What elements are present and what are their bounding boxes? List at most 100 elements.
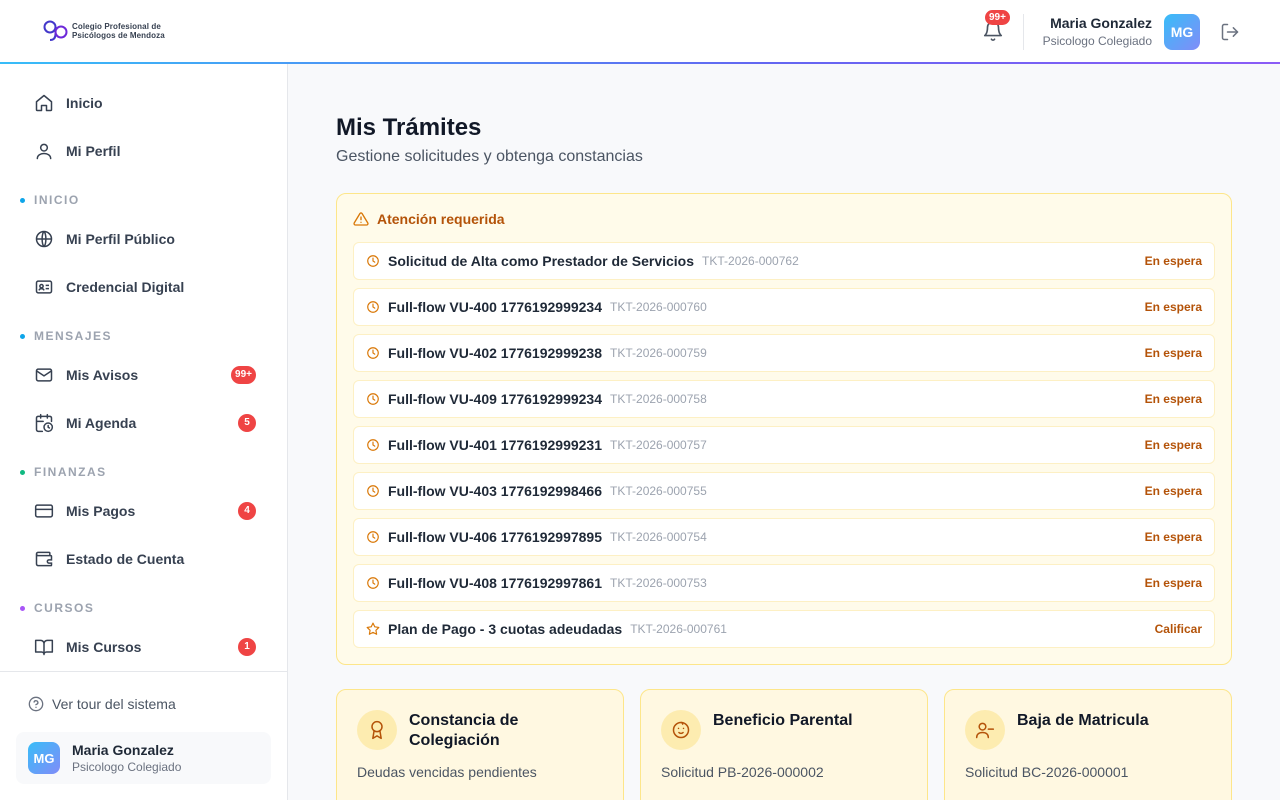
sidebar-item-mi-agenda[interactable]: Mi Agenda 5 bbox=[16, 403, 272, 443]
section-title: FINANZAS bbox=[34, 465, 107, 479]
card-description: Solicitud BC-2026-000001 bbox=[965, 764, 1129, 780]
ticket-row[interactable]: Plan de Pago - 3 cuotas adeudadas TKT-202… bbox=[353, 610, 1215, 648]
sidebar-item-credencial[interactable]: Credencial Digital bbox=[16, 267, 272, 307]
sidebar-item-mi-perfil[interactable]: Mi Perfil bbox=[16, 131, 272, 171]
sidebar-item-perfil-publico[interactable]: Mi Perfil Público bbox=[16, 219, 272, 259]
card-title: Constancia de Colegiación bbox=[409, 712, 519, 749]
sidebar-section-mensajes: MENSAJES bbox=[20, 329, 112, 343]
tour-label: Ver tour del sistema bbox=[52, 696, 176, 712]
ticket-code: TKT-2026-000759 bbox=[610, 346, 707, 360]
ticket-row[interactable]: Full-flow VU-400 1776192999234 TKT-2026-0… bbox=[353, 288, 1215, 326]
attention-title: Atención requerida bbox=[377, 211, 505, 227]
user-icon bbox=[34, 141, 54, 161]
section-dot bbox=[20, 333, 25, 339]
sidebar-section-finanzas: FINANZAS bbox=[20, 465, 107, 479]
ticket-title: Full-flow VU-408 1776192997861 bbox=[388, 575, 603, 591]
wallet-icon bbox=[34, 549, 54, 569]
ticket-code: TKT-2026-000753 bbox=[610, 576, 707, 590]
sidebar-item-label: Inicio bbox=[66, 95, 103, 111]
ticket-status[interactable]: En espera bbox=[1145, 530, 1202, 544]
credit-card-icon bbox=[34, 501, 54, 521]
sidebar-section-cursos: CURSOS bbox=[20, 601, 94, 615]
ticket-status[interactable]: En espera bbox=[1145, 484, 1202, 498]
page-title: Mis Trámites bbox=[336, 114, 482, 141]
ticket-row[interactable]: Full-flow VU-401 1776192999231 TKT-2026-0… bbox=[353, 426, 1215, 464]
ticket-title: Full-flow VU-409 1776192999234 bbox=[388, 391, 603, 407]
sidebar-item-label: Mis Avisos bbox=[66, 367, 139, 383]
card-description: Deudas vencidas pendientes bbox=[357, 764, 537, 780]
ticket-status[interactable]: En espera bbox=[1145, 438, 1202, 452]
top-header: Colegio Profesional de Psicólogos de Men… bbox=[0, 0, 1280, 62]
ticket-status[interactable]: En espera bbox=[1145, 300, 1202, 314]
sidebar-item-mis-pagos[interactable]: Mis Pagos 4 bbox=[16, 491, 272, 531]
ticket-code: TKT-2026-000761 bbox=[630, 622, 727, 636]
star-icon bbox=[366, 622, 380, 636]
ticket-status[interactable]: En espera bbox=[1145, 576, 1202, 590]
book-icon bbox=[34, 637, 54, 657]
award-icon bbox=[357, 710, 397, 750]
logo-line-2: Psicólogos de Mendoza bbox=[72, 31, 165, 40]
sidebar-avatar: MG bbox=[28, 742, 60, 774]
sidebar-item-label: Mis Cursos bbox=[66, 639, 142, 655]
ticket-title: Full-flow VU-406 1776192997895 bbox=[388, 529, 603, 545]
ticket-row[interactable]: Full-flow VU-406 1776192997895 TKT-2026-0… bbox=[353, 518, 1215, 556]
sidebar-item-badge: 5 bbox=[238, 414, 256, 432]
sidebar-item-estado-cuenta[interactable]: Estado de Cuenta bbox=[16, 539, 272, 579]
header-user-info[interactable]: Maria Gonzalez Psicologo Colegiado bbox=[1043, 14, 1152, 50]
tour-link[interactable]: Ver tour del sistema bbox=[28, 696, 176, 712]
sidebar-user-role: Psicologo Colegiado bbox=[72, 760, 182, 774]
user-minus-icon bbox=[965, 710, 1005, 750]
logout-icon[interactable] bbox=[1220, 22, 1240, 42]
clock-icon bbox=[366, 346, 380, 360]
logo[interactable]: Colegio Profesional de Psicólogos de Men… bbox=[42, 18, 165, 44]
page-subtitle: Gestione solicitudes y obtenga constanci… bbox=[336, 148, 643, 165]
ticket-title: Full-flow VU-401 1776192999231 bbox=[388, 437, 603, 453]
sidebar-item-label: Mi Agenda bbox=[66, 415, 137, 431]
baby-icon bbox=[661, 710, 701, 750]
sidebar-user-card[interactable]: MG Maria Gonzalez Psicologo Colegiado bbox=[16, 732, 271, 784]
ticket-status[interactable]: En espera bbox=[1145, 392, 1202, 406]
sidebar-item-badge: 1 bbox=[238, 638, 256, 656]
sidebar-user-name: Maria Gonzalez bbox=[72, 742, 174, 758]
ticket-row[interactable]: Full-flow VU-408 1776192997861 TKT-2026-0… bbox=[353, 564, 1215, 602]
calendar-clock-icon bbox=[34, 413, 54, 433]
logo-mark-icon bbox=[43, 20, 68, 41]
sidebar-item-mis-avisos[interactable]: Mis Avisos 99+ bbox=[16, 355, 272, 395]
ticket-status[interactable]: Calificar bbox=[1155, 622, 1202, 636]
section-title: INICIO bbox=[34, 193, 80, 207]
header-user-role: Psicologo Colegiado bbox=[1042, 34, 1152, 48]
section-dot bbox=[20, 197, 25, 203]
card-constancia[interactable]: Constancia de Colegiación Deudas vencida… bbox=[336, 689, 624, 800]
card-baja-matricula[interactable]: Baja de Matricula Solicitud BC-2026-0000… bbox=[944, 689, 1232, 800]
attention-panel: Atención requerida Solicitud de Alta com… bbox=[336, 193, 1232, 665]
section-title: MENSAJES bbox=[34, 329, 113, 343]
ticket-row[interactable]: Full-flow VU-402 1776192999238 TKT-2026-0… bbox=[353, 334, 1215, 372]
ticket-row[interactable]: Full-flow VU-409 1776192999234 TKT-2026-0… bbox=[353, 380, 1215, 418]
sidebar-item-badge: 4 bbox=[238, 502, 256, 520]
sidebar-item-mis-cursos[interactable]: Mis Cursos 1 bbox=[16, 627, 272, 667]
clock-icon bbox=[366, 392, 380, 406]
header-user-name: Maria Gonzalez bbox=[1050, 15, 1152, 31]
ticket-code: TKT-2026-000755 bbox=[610, 484, 707, 498]
card-beneficio-parental[interactable]: Beneficio Parental Solicitud PB-2026-000… bbox=[640, 689, 928, 800]
ticket-code: TKT-2026-000762 bbox=[702, 254, 799, 268]
sidebar-item-label: Mis Pagos bbox=[66, 503, 136, 519]
clock-icon bbox=[366, 300, 380, 314]
help-circle-icon bbox=[28, 696, 44, 712]
sidebar-item-inicio[interactable]: Inicio bbox=[16, 83, 272, 123]
sidebar-section-inicio: INICIO bbox=[20, 193, 80, 207]
ticket-row[interactable]: Solicitud de Alta como Prestador de Serv… bbox=[353, 242, 1215, 280]
card-description: Solicitud PB-2026-000002 bbox=[661, 764, 824, 780]
header-avatar[interactable]: MG bbox=[1164, 14, 1200, 50]
ticket-title: Solicitud de Alta como Prestador de Serv… bbox=[388, 253, 695, 269]
sidebar-item-label: Credencial Digital bbox=[66, 279, 185, 295]
notifications-badge: 99+ bbox=[985, 10, 1010, 25]
ticket-code: TKT-2026-000757 bbox=[610, 438, 707, 452]
ticket-code: TKT-2026-000758 bbox=[610, 392, 707, 406]
ticket-row[interactable]: Full-flow VU-403 1776192998466 TKT-2026-0… bbox=[353, 472, 1215, 510]
ticket-title: Full-flow VU-403 1776192998466 bbox=[388, 483, 603, 499]
ticket-status[interactable]: En espera bbox=[1145, 254, 1202, 268]
sidebar-item-label: Mi Perfil bbox=[66, 143, 121, 159]
clock-icon bbox=[366, 254, 380, 268]
ticket-status[interactable]: En espera bbox=[1145, 346, 1202, 360]
